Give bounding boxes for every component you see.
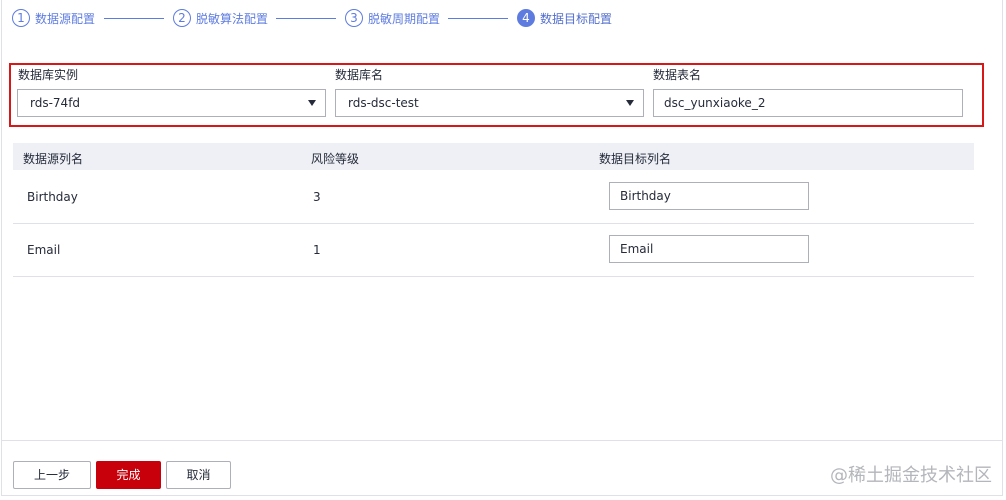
step-1-number: 1 — [12, 9, 30, 27]
step-1[interactable]: 1 数据源配置 — [12, 8, 95, 28]
caret-down-icon — [626, 100, 634, 106]
step-3-label: 脱敏周期配置 — [368, 11, 441, 26]
step-2-label: 脱敏算法配置 — [196, 11, 269, 26]
caret-down-icon — [308, 100, 316, 106]
header-source-column: 数据源列名 — [23, 152, 84, 166]
table-row: Email 1 Email — [13, 223, 974, 277]
previous-step-button[interactable]: 上一步 — [13, 461, 91, 489]
finish-button[interactable]: 完成 — [96, 461, 161, 489]
db-instance-label: 数据库实例 — [18, 68, 79, 82]
header-risk-level: 风险等级 — [311, 152, 360, 166]
step-connector — [448, 18, 508, 19]
step-2[interactable]: 2 脱敏算法配置 — [173, 8, 268, 28]
table-row: Birthday 3 Birthday — [13, 170, 974, 224]
db-instance-select[interactable]: rds-74fd — [17, 89, 326, 117]
table-name-value: dsc_yunxiaoke_2 — [664, 96, 766, 110]
row-risk-level: 1 — [313, 243, 321, 257]
watermark: @稀土掘金技术社区 — [830, 465, 992, 486]
footer-divider — [2, 440, 1002, 441]
table-name-label: 数据表名 — [653, 68, 702, 82]
header-target-column: 数据目标列名 — [599, 152, 672, 166]
db-name-select[interactable]: rds-dsc-test — [335, 89, 644, 117]
step-2-number: 2 — [173, 9, 191, 27]
table-header: 数据源列名 风险等级 数据目标列名 — [13, 143, 974, 170]
db-name-label: 数据库名 — [335, 68, 384, 82]
db-name-value: rds-dsc-test — [348, 96, 419, 110]
step-4[interactable]: 4 数据目标配置 — [517, 8, 612, 28]
cancel-button[interactable]: 取消 — [166, 461, 231, 489]
row-risk-level: 3 — [313, 190, 321, 204]
row-source-name: Birthday — [27, 190, 78, 204]
step-4-number: 4 — [517, 9, 535, 27]
step-connector — [276, 18, 336, 19]
db-instance-value: rds-74fd — [30, 96, 81, 110]
row-source-name: Email — [27, 243, 61, 257]
target-column-input[interactable]: Email — [609, 235, 809, 263]
table-name-input[interactable]: dsc_yunxiaoke_2 — [653, 89, 963, 117]
step-3[interactable]: 3 脱敏周期配置 — [345, 8, 440, 28]
target-column-input[interactable]: Birthday — [609, 182, 809, 210]
step-3-number: 3 — [345, 9, 363, 27]
step-4-label: 数据目标配置 — [540, 11, 613, 26]
target-column-value: Birthday — [620, 189, 671, 203]
target-column-value: Email — [620, 242, 654, 256]
step-connector — [104, 18, 164, 19]
step-1-label: 数据源配置 — [35, 11, 96, 26]
